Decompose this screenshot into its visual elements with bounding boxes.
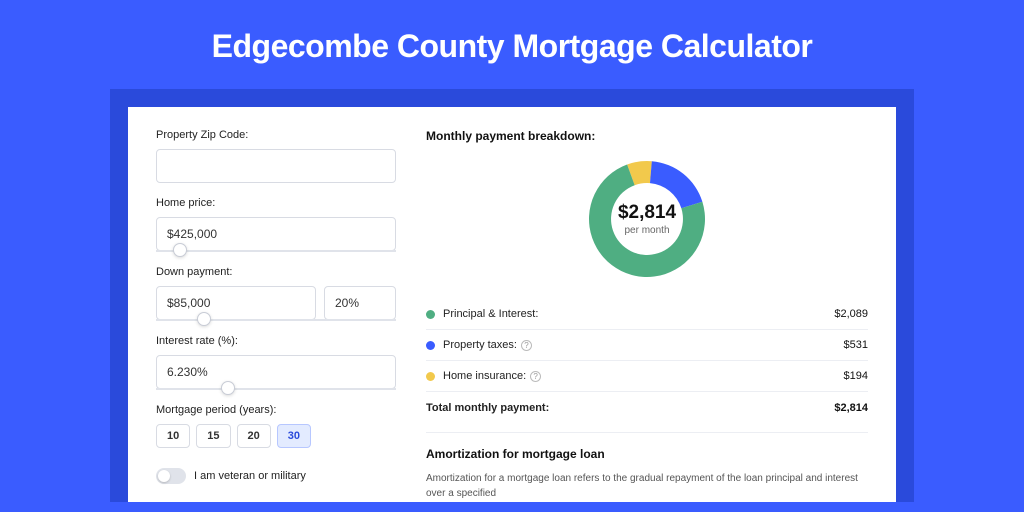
total-value: $2,814 xyxy=(834,402,868,414)
period-label: Mortgage period (years): xyxy=(156,404,396,416)
legend-row: Property taxes:? $531 xyxy=(426,329,868,360)
donut-center: $2,814 per month xyxy=(618,202,676,236)
rate-label: Interest rate (%): xyxy=(156,335,396,347)
breakdown-column: Monthly payment breakdown: $2,814 per mo… xyxy=(426,129,868,502)
rate-field: Interest rate (%): xyxy=(156,335,396,390)
donut-sub: per month xyxy=(618,225,676,236)
donut-chart: $2,814 per month xyxy=(426,157,868,281)
downpayment-slider[interactable] xyxy=(156,319,396,321)
veteran-label: I am veteran or military xyxy=(194,470,306,482)
price-slider[interactable] xyxy=(156,250,396,252)
total-row: Total monthly payment: $2,814 xyxy=(426,391,868,424)
breakdown-title: Monthly payment breakdown: xyxy=(426,129,868,143)
period-options: 1015 2030 xyxy=(156,424,396,448)
rate-slider-thumb[interactable] xyxy=(221,381,235,395)
zip-label: Property Zip Code: xyxy=(156,129,396,141)
amortization-text: Amortization for a mortgage loan refers … xyxy=(426,471,868,501)
amortization-title: Amortization for mortgage loan xyxy=(426,447,868,461)
amortization-section: Amortization for mortgage loan Amortizat… xyxy=(426,432,868,501)
period-field: Mortgage period (years): 1015 2030 xyxy=(156,404,396,448)
downpayment-field: Down payment: xyxy=(156,266,396,321)
page-title: Edgecombe County Mortgage Calculator xyxy=(0,0,1024,89)
price-input[interactable] xyxy=(156,217,396,251)
downpayment-amount-input[interactable] xyxy=(156,286,316,320)
price-slider-thumb[interactable] xyxy=(173,243,187,257)
legend: Principal & Interest: $2,089 Property taxe… xyxy=(426,299,868,391)
veteran-toggle[interactable] xyxy=(156,468,186,484)
legend-dot-icon xyxy=(426,310,435,319)
period-btn-30[interactable]: 30 xyxy=(277,424,311,448)
info-icon[interactable]: ? xyxy=(521,340,532,351)
downpayment-slider-thumb[interactable] xyxy=(197,312,211,326)
calculator-card: Property Zip Code: Home price: Down paym… xyxy=(128,107,896,502)
price-label: Home price: xyxy=(156,197,396,209)
legend-value: $2,089 xyxy=(834,308,868,320)
legend-row: Home insurance:? $194 xyxy=(426,360,868,391)
toggle-knob-icon xyxy=(158,470,170,482)
rate-input[interactable] xyxy=(156,355,396,389)
calculator-card-outer: Property Zip Code: Home price: Down paym… xyxy=(110,89,914,502)
downpayment-percent-input[interactable] xyxy=(324,286,396,320)
period-btn-15[interactable]: 15 xyxy=(196,424,230,448)
info-icon[interactable]: ? xyxy=(530,371,541,382)
price-field: Home price: xyxy=(156,197,396,252)
legend-value: $194 xyxy=(844,370,868,382)
legend-label: Home insurance: xyxy=(443,370,526,382)
rate-slider[interactable] xyxy=(156,388,396,390)
legend-dot-icon xyxy=(426,341,435,350)
legend-label: Property taxes: xyxy=(443,339,517,351)
period-btn-10[interactable]: 10 xyxy=(156,424,190,448)
legend-label: Principal & Interest: xyxy=(443,308,538,320)
zip-input[interactable] xyxy=(156,149,396,183)
period-btn-20[interactable]: 20 xyxy=(237,424,271,448)
legend-value: $531 xyxy=(844,339,868,351)
legend-row: Principal & Interest: $2,089 xyxy=(426,299,868,329)
inputs-column: Property Zip Code: Home price: Down paym… xyxy=(156,129,396,502)
zip-field: Property Zip Code: xyxy=(156,129,396,183)
donut-amount: $2,814 xyxy=(618,202,676,224)
total-label: Total monthly payment: xyxy=(426,402,549,414)
veteran-row: I am veteran or military xyxy=(156,468,396,484)
legend-dot-icon xyxy=(426,372,435,381)
downpayment-label: Down payment: xyxy=(156,266,396,278)
